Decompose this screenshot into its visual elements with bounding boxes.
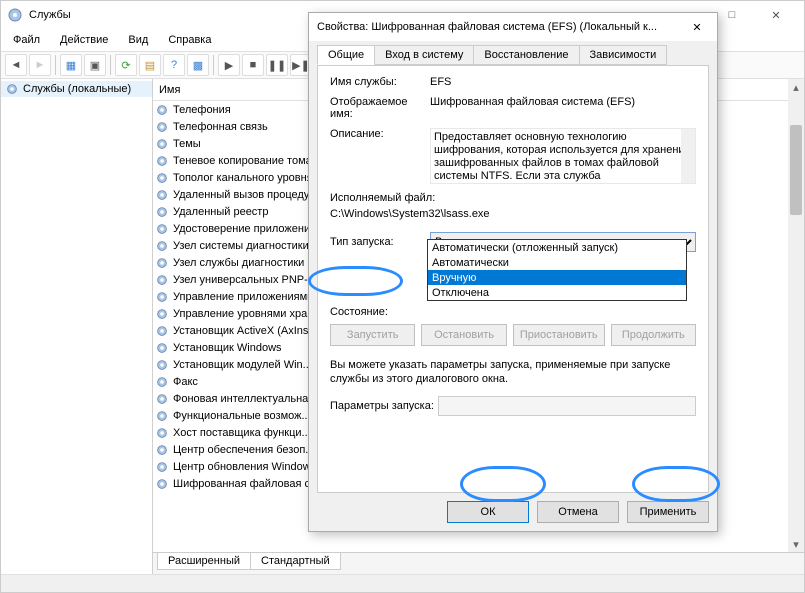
params-input[interactable]: [438, 396, 696, 416]
start-service-button[interactable]: Запустить: [330, 324, 415, 346]
menu-help[interactable]: Справка: [158, 31, 221, 49]
dialog-titlebar: Свойства: Шифрованная файловая система (…: [309, 13, 717, 41]
startup-option-delayed[interactable]: Автоматически (отложенный запуск): [428, 240, 686, 255]
bottom-tabs: Расширенный Стандартный: [153, 552, 804, 574]
display-name-label: Отображаемое имя:: [330, 96, 430, 120]
startup-option-manual[interactable]: Вручную: [428, 270, 686, 285]
ok-button[interactable]: ОК: [447, 501, 529, 523]
stop-service-button[interactable]: Остановить: [421, 324, 506, 346]
stop-button[interactable]: ■: [242, 54, 264, 76]
show-hide-button[interactable]: ▦: [60, 54, 82, 76]
menu-action[interactable]: Действие: [50, 31, 118, 49]
chevron-up-icon[interactable]: ▴: [788, 79, 804, 95]
startup-dropdown-list[interactable]: Автоматически (отложенный запуск) Автома…: [427, 239, 687, 301]
back-button[interactable]: ◄: [5, 54, 27, 76]
resume-service-button[interactable]: Продолжить: [611, 324, 696, 346]
about-button[interactable]: ▩: [187, 54, 209, 76]
export-button[interactable]: ▤: [139, 54, 161, 76]
service-name-value: EFS: [430, 76, 696, 88]
display-name-value: Шифрованная файловая система (EFS): [430, 96, 696, 120]
desc-scrollbar[interactable]: [681, 129, 695, 183]
close-button[interactable]: ✕: [754, 1, 798, 29]
tree-node-services[interactable]: Службы (локальные): [1, 81, 152, 97]
params-label: Параметры запуска:: [330, 400, 434, 412]
tab-standard[interactable]: Стандартный: [250, 553, 341, 570]
forward-button[interactable]: ►: [29, 54, 51, 76]
refresh-button[interactable]: ⟳: [115, 54, 137, 76]
dialog-body: Имя службы: EFS Отображаемое имя: Шифров…: [317, 65, 709, 493]
tree-sidebar: Службы (локальные): [1, 79, 153, 574]
gear-icon: [5, 82, 19, 96]
col-name: Имя: [159, 84, 180, 96]
tree-node-label: Службы (локальные): [23, 83, 131, 95]
startup-option-auto[interactable]: Автоматически: [428, 255, 686, 270]
pause-service-button[interactable]: Приостановить: [513, 324, 605, 346]
description-value: Предоставляет основную технологию шифров…: [430, 128, 696, 184]
help-button[interactable]: ?: [163, 54, 185, 76]
cancel-button[interactable]: Отмена: [537, 501, 619, 523]
tab-logon[interactable]: Вход в систему: [374, 45, 474, 65]
tab-recovery[interactable]: Восстановление: [473, 45, 579, 65]
start-button[interactable]: ▶: [218, 54, 240, 76]
service-name-label: Имя службы:: [330, 76, 430, 88]
dialog-title: Свойства: Шифрованная файловая система (…: [317, 21, 677, 33]
services-icon: [7, 7, 23, 23]
tab-dependencies[interactable]: Зависимости: [579, 45, 668, 65]
tab-general[interactable]: Общие: [317, 45, 375, 65]
menu-file[interactable]: Файл: [3, 31, 50, 49]
apply-button[interactable]: Применить: [627, 501, 709, 523]
tab-extended[interactable]: Расширенный: [157, 553, 251, 570]
scroll-thumb[interactable]: [790, 125, 802, 215]
chevron-down-icon[interactable]: ▾: [788, 536, 804, 552]
dialog-tabs: Общие Вход в систему Восстановление Зави…: [317, 45, 709, 65]
properties-dialog: Свойства: Шифрованная файловая система (…: [308, 12, 718, 532]
startup-option-disabled[interactable]: Отключена: [428, 285, 686, 300]
pause-button[interactable]: ❚❚: [266, 54, 288, 76]
description-label: Описание:: [330, 128, 430, 184]
exe-label: Исполняемый файл:: [330, 192, 696, 204]
view-button[interactable]: ▣: [84, 54, 106, 76]
dialog-close-button[interactable]: ✕: [677, 13, 717, 41]
startup-type-label: Тип запуска:: [330, 236, 430, 248]
exe-path: C:\Windows\System32\lsass.exe: [330, 208, 696, 220]
state-label: Состояние:: [330, 306, 430, 318]
menu-view[interactable]: Вид: [118, 31, 158, 49]
startup-note: Вы можете указать параметры запуска, при…: [330, 358, 696, 386]
statusbar: [1, 574, 804, 592]
vertical-scrollbar[interactable]: ▴ ▾: [788, 79, 804, 552]
